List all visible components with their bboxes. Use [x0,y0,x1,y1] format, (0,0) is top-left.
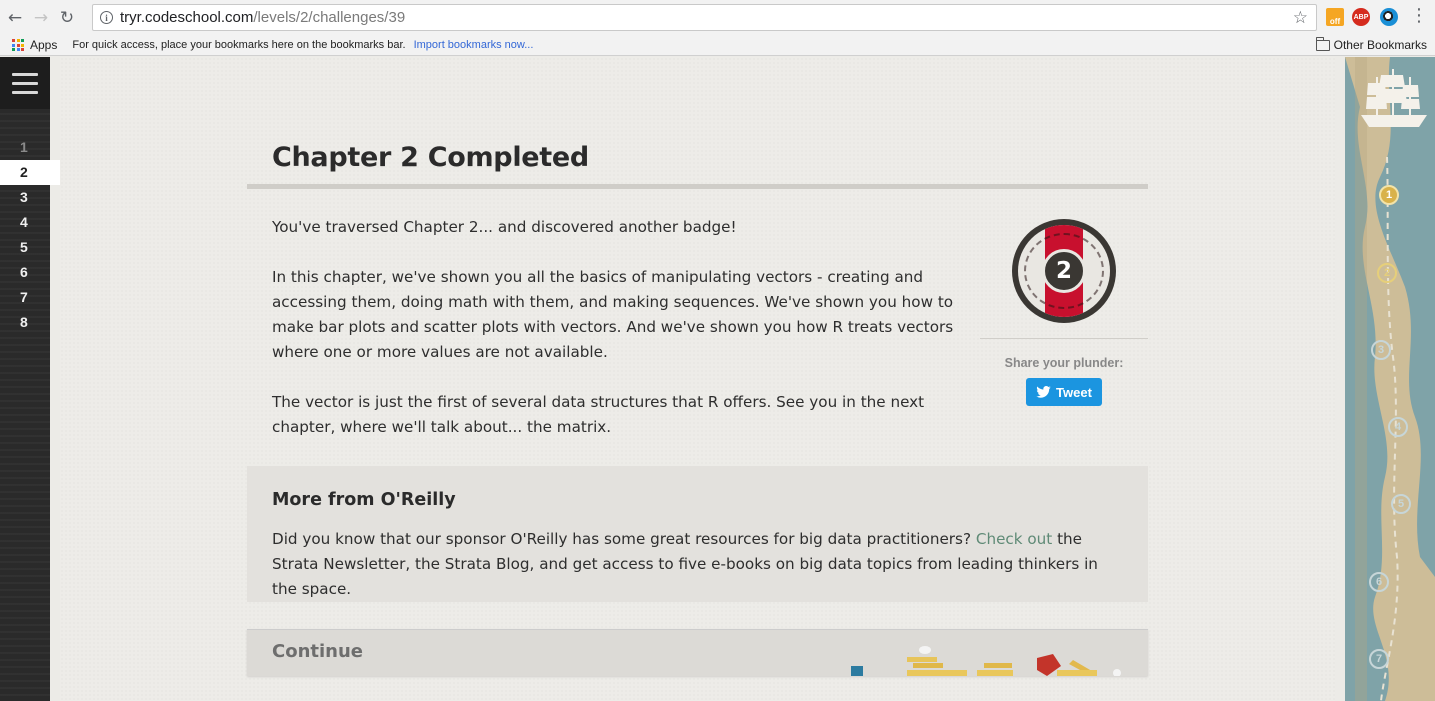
bookmark-star-icon[interactable]: ☆ [1293,8,1308,28]
chapter-item-7[interactable]: 7 [0,285,60,310]
twitter-bird-icon [1036,386,1051,398]
reload-icon[interactable]: ↻ [56,7,78,29]
treasure-pile-icon [851,646,1121,676]
chapter-sidebar: 1 2 3 4 5 6 7 8 [0,57,60,701]
continue-button[interactable]: Continue [247,629,1148,676]
chapter-list: 1 2 3 4 5 6 7 8 [0,135,60,335]
other-bookmarks[interactable]: Other Bookmarks [1315,36,1427,52]
summary-paragraph: In this chapter, we've shown you all the… [272,268,954,361]
progress-map: 1 2 3 4 5 6 7 [1345,57,1435,701]
chapter-item-4[interactable]: 4 [0,210,60,235]
import-bookmarks-link[interactable]: Import bookmarks now... [414,39,534,51]
apps-grid-icon[interactable] [12,39,24,51]
url-text[interactable]: tryr.codeschool.com/levels/2/challenges/… [120,9,405,26]
url-host: tryr.codeschool.com [120,9,254,26]
bookmarks-hint: For quick access, place your bookmarks h… [72,39,406,51]
adblock-plus-icon[interactable]: ABP [1352,8,1370,26]
chapter-item-2[interactable]: 2 [0,160,60,185]
forward-arrow-icon[interactable]: → [30,7,52,29]
browser-menu-icon[interactable]: ⋮ [1410,6,1428,26]
bookmarks-bar: Apps For quick access, place your bookma… [0,35,1435,56]
oreilly-text: Did you know that our sponsor O'Reilly h… [272,527,1122,602]
other-bookmarks-label: Other Bookmarks [1333,38,1427,52]
ship-icon [1361,69,1427,127]
hamburger-menu-icon[interactable] [0,57,50,109]
chapter-item-6[interactable]: 6 [0,260,60,285]
adblock-label: ABP [1353,13,1369,21]
apps-link[interactable]: Apps [30,38,57,52]
tweet-label: Tweet [1056,384,1092,400]
chapter-item-8[interactable]: 8 [0,310,60,335]
map-marker-5[interactable]: 5 [1391,494,1411,514]
extension-eye-icon[interactable] [1380,8,1398,26]
map-marker-4[interactable]: 4 [1388,417,1408,437]
back-arrow-icon[interactable]: ← [4,7,26,29]
map-landmass [1345,57,1435,701]
oreilly-title: More from O'Reilly [272,490,456,510]
badge-face: 2 [1018,225,1110,317]
next-chapter-paragraph: The vector is just the first of several … [272,393,925,436]
browser-toolbar: ← → ↻ i tryr.codeschool.com/levels/2/cha… [0,0,1435,35]
badge-divider [980,338,1148,339]
tweet-button[interactable]: Tweet [1026,378,1102,406]
chapter-item-5[interactable]: 5 [0,235,60,260]
address-bar[interactable]: i tryr.codeschool.com/levels/2/challenge… [92,4,1317,31]
chapter-item-3[interactable]: 3 [0,185,60,210]
oreilly-text-before: Did you know that our sponsor O'Reilly h… [272,530,976,548]
completion-paragraph: You've traversed Chapter 2... and discov… [272,218,737,236]
share-label: Share your plunder: [1004,356,1124,370]
chapter-item-1[interactable]: 1 [0,135,60,160]
check-out-link[interactable]: Check out [976,530,1052,548]
badge-number: 2 [1042,249,1086,293]
oreilly-section: More from O'Reilly Did you know that our… [247,466,1148,602]
page-title: Chapter 2 Completed [272,142,589,173]
map-marker-7[interactable]: 7 [1369,649,1389,669]
map-marker-2[interactable]: 2 [1377,263,1397,283]
map-marker-1[interactable]: 1 [1379,185,1399,205]
map-marker-6[interactable]: 6 [1369,572,1389,592]
extension-off-label: off [1329,17,1341,26]
map-marker-3[interactable]: 3 [1371,340,1391,360]
url-path: /levels/2/challenges/39 [253,9,406,26]
info-icon[interactable]: i [100,11,113,24]
content-panel [60,57,1335,701]
title-divider [247,184,1148,189]
chapter-badge-icon: 2 [1012,219,1116,323]
extension-off-icon[interactable]: off [1326,8,1344,26]
folder-icon [1315,36,1330,51]
